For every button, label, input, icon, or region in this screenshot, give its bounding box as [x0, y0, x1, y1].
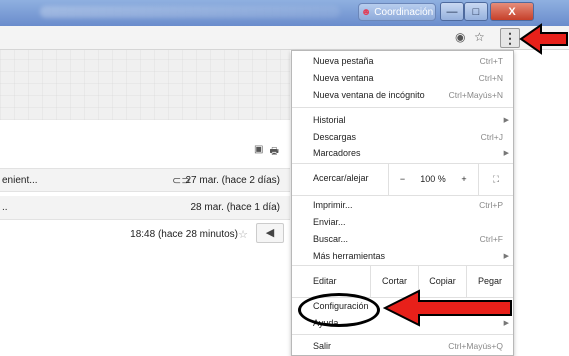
minimize-button[interactable]: — [440, 2, 464, 21]
eye-icon[interactable]: ◉ [455, 30, 465, 44]
red-arrow-shape [383, 289, 512, 327]
email-date: 28 mar. (hace 1 día) [190, 202, 281, 213]
menu-item-label: Imprimir... [313, 200, 353, 210]
menu-item-new-tab[interactable]: Nueva pestaña Ctrl+T [313, 54, 503, 68]
profile-name: Coordinación [374, 6, 434, 18]
menu-item-label: Nueva pestaña [313, 56, 374, 66]
window-titlebar: ☻ Coordinación — □ X [0, 0, 569, 26]
menu-item-print[interactable]: Imprimir... Ctrl+P [313, 198, 503, 212]
submenu-arrow-icon: ▶ [503, 253, 509, 260]
email-row[interactable]: enient... ⊂⊃ 27 mar. (hace 2 días) [0, 168, 290, 192]
user-icon: ☻ [360, 6, 372, 18]
menu-item-label: Marcadores [313, 148, 361, 158]
menu-shortcut: Ctrl+P [479, 200, 503, 210]
email-row[interactable]: 18:48 (hace 28 minutos) ☆ ◀ [0, 221, 290, 247]
menu-item-incognito[interactable]: Nueva ventana de incógnito Ctrl+Mayús+N [313, 88, 503, 102]
zoom-in-button[interactable]: + [450, 163, 478, 195]
email-header-background [0, 50, 290, 120]
menu-item-label: Historial [313, 115, 346, 125]
menu-separator [292, 334, 513, 335]
zoom-out-button[interactable]: − [388, 163, 416, 195]
menu-item-label: Buscar... [313, 234, 349, 244]
menu-separator [292, 195, 513, 196]
menu-item-label: Nueva ventana de incógnito [313, 90, 425, 100]
reply-button[interactable]: ◀ [256, 223, 284, 243]
chrome-menu-button[interactable]: ⋮ [500, 28, 520, 48]
star-icon[interactable]: ☆ [474, 30, 485, 44]
submenu-arrow-icon: ▶ [503, 150, 509, 157]
red-arrow-shape [519, 23, 568, 55]
expand-icon[interactable]: ▣ [254, 144, 263, 161]
email-date: 27 mar. (hace 2 días) [185, 174, 281, 186]
maximize-button[interactable]: □ [464, 2, 488, 21]
email-header-actions: ▣ 🖶 [254, 144, 279, 161]
menu-item-find[interactable]: Buscar... Ctrl+F [313, 232, 503, 246]
print-icon[interactable]: 🖶 [269, 144, 278, 161]
menu-item-new-window[interactable]: Nueva ventana Ctrl+N [313, 71, 503, 85]
fullscreen-icon[interactable]: ⛶ [478, 163, 513, 195]
email-snippet: .. [2, 202, 8, 213]
menu-item-label: Descargas [313, 132, 357, 142]
zoom-label: Acercar/alejar [313, 173, 369, 183]
settings-highlight-ellipse [298, 293, 380, 327]
menu-shortcut: Ctrl+F [479, 234, 503, 244]
menu-shortcut: Ctrl+Mayús+N [448, 90, 503, 100]
menu-zoom-row: Acercar/alejar − 100 % + ⛶ [292, 163, 513, 195]
menu-item-label: Salir [313, 341, 332, 351]
menu-item-history[interactable]: Historial ▶ [313, 113, 509, 127]
arrow-to-menu-button [519, 23, 568, 55]
star-icon[interactable]: ☆ [238, 228, 248, 241]
arrow-to-settings [383, 289, 512, 327]
menu-shortcut: Ctrl+N [478, 73, 503, 83]
email-row[interactable]: .. 28 mar. (hace 1 día) [0, 196, 290, 220]
menu-item-label: Nueva ventana [313, 73, 374, 83]
kebab-menu-icon: ⋮ [503, 30, 517, 46]
edit-label: Editar [313, 276, 337, 286]
email-snippet: enient... [2, 174, 38, 186]
menu-item-label: Enviar... [313, 217, 346, 227]
blurred-tab-area [40, 6, 340, 18]
menu-item-exit[interactable]: Salir Ctrl+Mayús+Q [313, 339, 503, 353]
menu-item-downloads[interactable]: Descargas Ctrl+J [313, 130, 503, 144]
close-button[interactable]: X [490, 2, 534, 21]
menu-shortcut: Ctrl+J [480, 132, 503, 142]
submenu-arrow-icon: ▶ [503, 117, 509, 124]
reply-arrow-icon: ◀ [265, 227, 275, 239]
zoom-value: 100 % [420, 174, 446, 184]
menu-item-send[interactable]: Enviar... [313, 215, 503, 229]
menu-shortcut: Ctrl+Mayús+Q [448, 341, 503, 351]
menu-item-label: Más herramientas [313, 251, 386, 261]
menu-item-bookmarks[interactable]: Marcadores ▶ [313, 146, 509, 160]
browser-toolbar: ◉ ☆ ⋮ [0, 26, 569, 50]
menu-item-more-tools[interactable]: Más herramientas ▶ [313, 249, 509, 263]
menu-shortcut: Ctrl+T [479, 56, 503, 66]
menu-separator [292, 107, 513, 108]
profile-button[interactable]: ☻ Coordinación [358, 3, 436, 21]
email-date: 18:48 (hace 28 minutos) [130, 228, 238, 240]
